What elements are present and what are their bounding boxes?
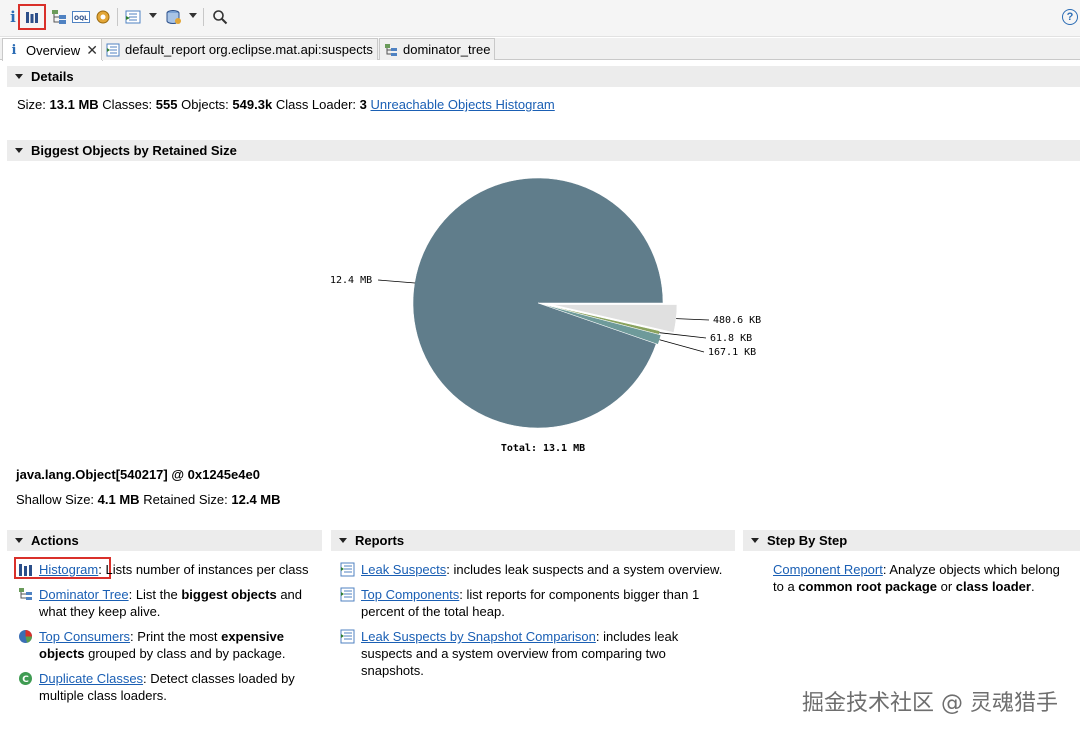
search-button[interactable] <box>209 6 231 28</box>
step-component-report: Component Report: Analyze objects which … <box>773 562 1060 594</box>
step-by-step-section-header[interactable]: Step By Step <box>743 530 1080 551</box>
pie-slice-label: 61.8 KB <box>710 333 752 344</box>
duplicate-classes-icon: C <box>19 672 32 685</box>
svg-text:OQL: OQL <box>74 15 88 22</box>
oql-button[interactable]: OQL <box>70 6 92 28</box>
dominator-tree-icon <box>52 10 66 24</box>
watermark-text: 掘金技术社区 @ 灵魂猎手 <box>802 691 1058 716</box>
report-icon <box>340 629 355 644</box>
leak-suspects-link[interactable]: Leak Suspects <box>361 562 446 577</box>
editor-tab-bar: i Overview ✕ default_report org.eclipse.… <box>0 38 1080 61</box>
close-icon[interactable]: ✕ <box>86 42 98 59</box>
pie-leader-line <box>659 339 705 353</box>
collapse-icon <box>15 74 23 79</box>
report-icon <box>340 587 355 602</box>
unreachable-objects-histogram-link[interactable]: Unreachable Objects Histogram <box>371 97 555 112</box>
oql-icon: OQL <box>72 11 90 23</box>
histogram-button[interactable] <box>18 4 46 30</box>
selected-object-sizes: Shallow Size: 4.1 MB Retained Size: 12.4… <box>16 492 281 507</box>
top-components-link[interactable]: Top Components <box>361 587 459 602</box>
action-duplicate-classes: C Duplicate Classes: Detect classes load… <box>18 670 318 704</box>
query-browser-dropdown-icon[interactable] <box>149 13 157 18</box>
search-icon <box>213 10 228 25</box>
tab-label: default_report org.eclipse.mat.api:suspe… <box>125 42 373 57</box>
main-toolbar: i OQL ? <box>0 0 1080 37</box>
heap-dump-icon <box>96 10 110 24</box>
pie-chart-svg[interactable]: 12.4 MB 480.6 KB 61.8 KB 167.1 KB Total: 13.… <box>300 170 800 460</box>
pie-slice-label: 167.1 KB <box>708 347 756 358</box>
histogram-icon <box>26 12 38 23</box>
snapshot-comparison-link[interactable]: Leak Suspects by Snapshot Comparison <box>361 629 596 644</box>
tab-dominator-tree[interactable]: dominator_tree <box>379 38 496 60</box>
top-consumers-link[interactable]: Top Consumers <box>39 629 130 644</box>
info-icon: i <box>11 42 17 58</box>
pie-slice-label: 12.4 MB <box>330 275 372 286</box>
tab-label: dominator_tree <box>403 42 491 57</box>
dominator-tree-icon <box>384 43 398 57</box>
pie-chart-icon <box>19 630 32 643</box>
actions-section-header[interactable]: Actions <box>7 530 322 551</box>
report-icon <box>340 562 355 577</box>
dominator-tree-icon <box>19 588 32 600</box>
histogram-icon <box>19 564 32 576</box>
report-icon <box>106 43 120 57</box>
report-leak-suspects: Leak Suspects: includes leak suspects an… <box>340 561 735 578</box>
help-icon[interactable]: ? <box>1062 9 1078 25</box>
retained-size-pie-chart: 12.4 MB 480.6 KB 61.8 KB 167.1 KB Total: 13.… <box>300 170 800 460</box>
collapse-icon <box>751 538 759 543</box>
dominator-tree-link[interactable]: Dominator Tree <box>39 587 129 602</box>
biggest-objects-section-header[interactable]: Biggest Objects by Retained Size <box>7 140 1080 161</box>
component-report-link[interactable]: Component Report <box>773 562 883 577</box>
tab-overview[interactable]: i Overview ✕ <box>2 38 103 61</box>
query-browser-button[interactable] <box>122 6 144 28</box>
details-summary: Size: 13.1 MB Classes: 555 Objects: 549.… <box>17 97 555 112</box>
selected-object-name: java.lang.Object[540217] @ 0x1245e4e0 <box>16 467 260 482</box>
action-dominator-tree: Dominator Tree: List the biggest objects… <box>18 586 318 620</box>
action-histogram: Histogram: Lists number of instances per… <box>18 561 318 578</box>
pie-leader-line <box>659 332 707 339</box>
tab-default-report[interactable]: default_report org.eclipse.mat.api:suspe… <box>101 38 378 60</box>
collapse-icon <box>15 538 23 543</box>
details-section-header[interactable]: Details <box>7 66 1080 87</box>
dominator-tree-button[interactable] <box>48 6 70 28</box>
find-object-icon <box>166 10 181 24</box>
pie-total-label: Total: 13.1 MB <box>501 443 585 454</box>
report-snapshot-comparison: Leak Suspects by Snapshot Comparison: in… <box>340 628 735 679</box>
find-object-dropdown-icon[interactable] <box>189 13 197 18</box>
tab-label: Overview <box>26 42 81 58</box>
pie-slice-label: 480.6 KB <box>713 315 761 326</box>
pie-leader-line <box>676 318 710 321</box>
histogram-link[interactable]: Histogram <box>39 562 98 577</box>
report-top-components: Top Components: list reports for compone… <box>340 586 735 620</box>
reports-section-header[interactable]: Reports <box>331 530 735 551</box>
heap-dump-overview-button[interactable] <box>92 6 114 28</box>
collapse-icon <box>15 148 23 153</box>
action-top-consumers: Top Consumers: Print the most expensive … <box>18 628 318 662</box>
collapse-icon <box>339 538 347 543</box>
svg-text:C: C <box>22 675 29 685</box>
query-browser-icon <box>125 10 141 24</box>
pie-leader-line <box>377 279 416 284</box>
duplicate-classes-link[interactable]: Duplicate Classes <box>39 671 143 686</box>
find-object-button[interactable] <box>163 6 185 28</box>
